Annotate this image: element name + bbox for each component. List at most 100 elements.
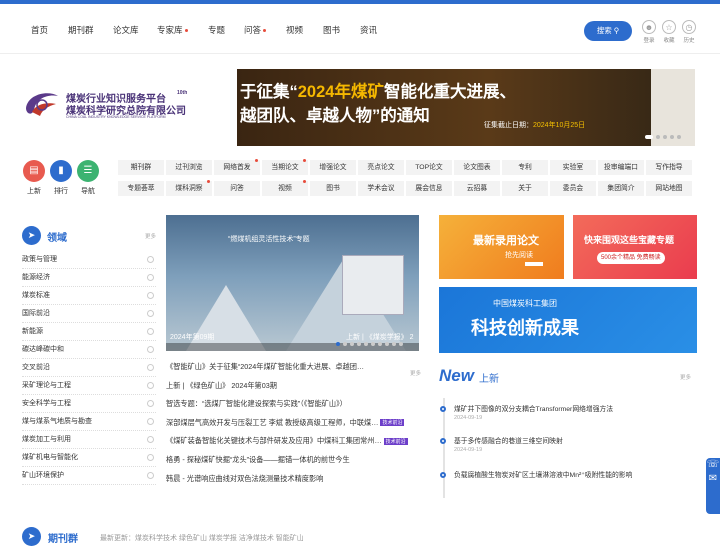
pagination-dot[interactable]	[656, 135, 660, 139]
function-label: 学术会议	[367, 185, 395, 192]
history-label: 历史	[683, 38, 695, 44]
side-float-tools[interactable]: ☏ ✉	[706, 458, 720, 514]
pagination-dot[interactable]	[371, 342, 375, 346]
domain-item[interactable]: 煤与煤系气地质与勘查	[22, 413, 156, 431]
ad2-subtitle: 500余个精品 免费畅读	[597, 252, 665, 264]
function-link[interactable]: 学术会议	[358, 181, 404, 196]
nav-item-journals[interactable]: 期刊群	[68, 24, 94, 36]
function-link[interactable]: 实验室	[550, 160, 596, 175]
quick-link-new[interactable]: ▤ 上新	[22, 160, 46, 196]
new-more-link[interactable]: 更多	[680, 373, 691, 381]
nav-item-qa[interactable]: 问答	[244, 24, 267, 36]
news-item[interactable]: 上新 | 《绿色矿山》 2024年第03期	[166, 381, 428, 391]
nav-item-topics[interactable]: 专题	[208, 24, 225, 36]
domain-item[interactable]: 采矿理论与工程	[22, 377, 156, 395]
nav-item-books[interactable]: 图书	[323, 24, 340, 36]
banner-pagination[interactable]	[645, 135, 681, 139]
quick-link-rank[interactable]: ▮ 排行	[49, 160, 73, 196]
pagination-dot[interactable]	[392, 342, 396, 346]
site-logo[interactable]: 煤炭行业知识服务平台 煤炭科学研究总院有限公司 CHINA COAL INDUS…	[22, 86, 192, 126]
domain-item[interactable]: 煤炭标准	[22, 287, 156, 305]
pagination-dot[interactable]	[677, 135, 681, 139]
domain-item[interactable]: 碳达峰碳中和	[22, 341, 156, 359]
function-label: 煤科洞察	[175, 185, 203, 192]
domain-item[interactable]: 矿山环境保护	[22, 467, 156, 485]
domain-item[interactable]: 煤炭加工与利用	[22, 431, 156, 449]
history-button[interactable]: ◷ 历史	[680, 20, 698, 44]
function-link[interactable]: 云招募	[454, 181, 500, 196]
function-link[interactable]: 集团简介	[598, 181, 644, 196]
pagination-dot[interactable]	[399, 342, 403, 346]
featured-carousel[interactable]: “燃煤机组灵活性技术”专题 2024年第09期 上新 | 《煤炭学报》 2	[166, 215, 419, 351]
function-link[interactable]: 网站地图	[646, 181, 692, 196]
domain-item[interactable]: 政策与管理	[22, 251, 156, 269]
pagination-dot[interactable]	[378, 342, 382, 346]
function-link[interactable]: 展会信息	[406, 181, 452, 196]
function-link[interactable]: TOP论文	[406, 160, 452, 175]
news-item[interactable]: 智选专题：“选煤厂智能化建设探索与实践”（《智能矿山》）	[166, 399, 428, 409]
function-link[interactable]: 委员会	[550, 181, 596, 196]
function-label: 期刊群	[130, 164, 152, 171]
function-link[interactable]: 网络首发	[214, 159, 260, 175]
ad-innovation[interactable]: 中国煤炭科工集团 科技创新成果	[439, 287, 697, 353]
news-item[interactable]: 格勇 - 探秘煤矿快掘“龙头”设备——掘锚一体机的前世今生	[166, 455, 428, 465]
news-item[interactable]: 韩晨 - 光谱响应曲线对双色法烧测量技术精度影响	[166, 474, 428, 484]
domain-item[interactable]: 国际前沿	[22, 305, 156, 323]
domain-item[interactable]: 交叉前沿	[22, 359, 156, 377]
pagination-dot[interactable]	[357, 342, 361, 346]
list-icon: ☰	[77, 160, 99, 182]
arrow-icon	[147, 292, 154, 299]
login-button[interactable]: ☻ 登录	[640, 20, 658, 44]
domain-more-link[interactable]: 更多	[145, 232, 156, 240]
domain-item[interactable]: 能源经济	[22, 269, 156, 287]
new-title-cn: 上新	[479, 374, 499, 385]
function-label: 问答	[230, 185, 244, 192]
pagination-dot[interactable]	[336, 342, 340, 346]
ad-topics[interactable]: 快来围观这些宝藏专题 500余个精品 免费畅读	[573, 215, 697, 279]
function-link[interactable]: 视频	[262, 180, 308, 196]
function-link[interactable]: 煤科洞察	[166, 180, 212, 196]
function-link[interactable]: 图书	[310, 181, 356, 196]
function-link[interactable]: 当期论文	[262, 159, 308, 175]
pagination-dot[interactable]	[645, 135, 653, 139]
nav-item-papers[interactable]: 论文库	[113, 24, 139, 36]
pagination-dot[interactable]	[663, 135, 667, 139]
function-link[interactable]: 投审编端口	[598, 160, 644, 175]
ad-latest-papers[interactable]: 最新录用论文 抢先阅读	[439, 215, 564, 279]
pagination-dot[interactable]	[385, 342, 389, 346]
domain-item[interactable]: 煤矿机电与智能化	[22, 449, 156, 467]
function-link[interactable]: 期刊群	[118, 160, 164, 175]
nav-item-experts[interactable]: 专家库	[157, 24, 188, 36]
ad1-subtitle: 抢先阅读	[505, 252, 533, 259]
favorites-button[interactable]: ☆ 收藏	[660, 20, 678, 44]
function-link[interactable]: 专题荟萃	[118, 181, 164, 196]
pagination-dot[interactable]	[364, 342, 368, 346]
domain-item[interactable]: 安全科学与工程	[22, 395, 156, 413]
function-link[interactable]: 论文图表	[454, 160, 500, 175]
new-dot	[303, 159, 306, 162]
pagination-dot[interactable]	[343, 342, 347, 346]
pagination-dot[interactable]	[350, 342, 354, 346]
featured-pagination[interactable]	[336, 342, 403, 346]
news-item[interactable]: 《智能矿山》关于征集“2024年煤矿智能化重大进展、卓越团…	[166, 362, 428, 372]
nav-item-home[interactable]: 首页	[31, 24, 48, 36]
function-link[interactable]: 关于	[502, 181, 548, 196]
function-link[interactable]: 问答	[214, 181, 260, 196]
pagination-dot[interactable]	[670, 135, 674, 139]
domain-item[interactable]: 新能源	[22, 323, 156, 341]
function-link[interactable]: 写作指导	[646, 160, 692, 175]
quick-link-nav[interactable]: ☰ 导航	[76, 160, 100, 196]
domain-label: 矿山环境保护	[22, 472, 64, 479]
nav-item-news[interactable]: 资讯	[360, 24, 377, 36]
function-link[interactable]: 亮点论文	[358, 160, 404, 175]
function-link[interactable]: 增强论文	[310, 160, 356, 175]
news-item[interactable]: 深部煤层气高效开发与压裂工艺 李斌 教授级高级工程师，中联煤… 技术前沿	[166, 418, 428, 428]
search-button[interactable]: 搜索 ⚲	[584, 21, 632, 41]
news-item[interactable]: 《煤矿装备智能化关键技术与部件研发及应用》中煤科工集团常州… 技术前沿	[166, 436, 428, 446]
hero-banner[interactable]: 于征集“2024年煤矿智能化重大进展、 越团队、卓越人物”的通知 征集截止日期：…	[237, 69, 695, 146]
function-link[interactable]: 过刊浏览	[166, 160, 212, 175]
nav-label: 资讯	[360, 25, 378, 35]
news-tag: 技术前沿	[380, 419, 405, 427]
function-link[interactable]: 专利	[502, 160, 548, 175]
nav-item-video[interactable]: 视频	[286, 24, 303, 36]
